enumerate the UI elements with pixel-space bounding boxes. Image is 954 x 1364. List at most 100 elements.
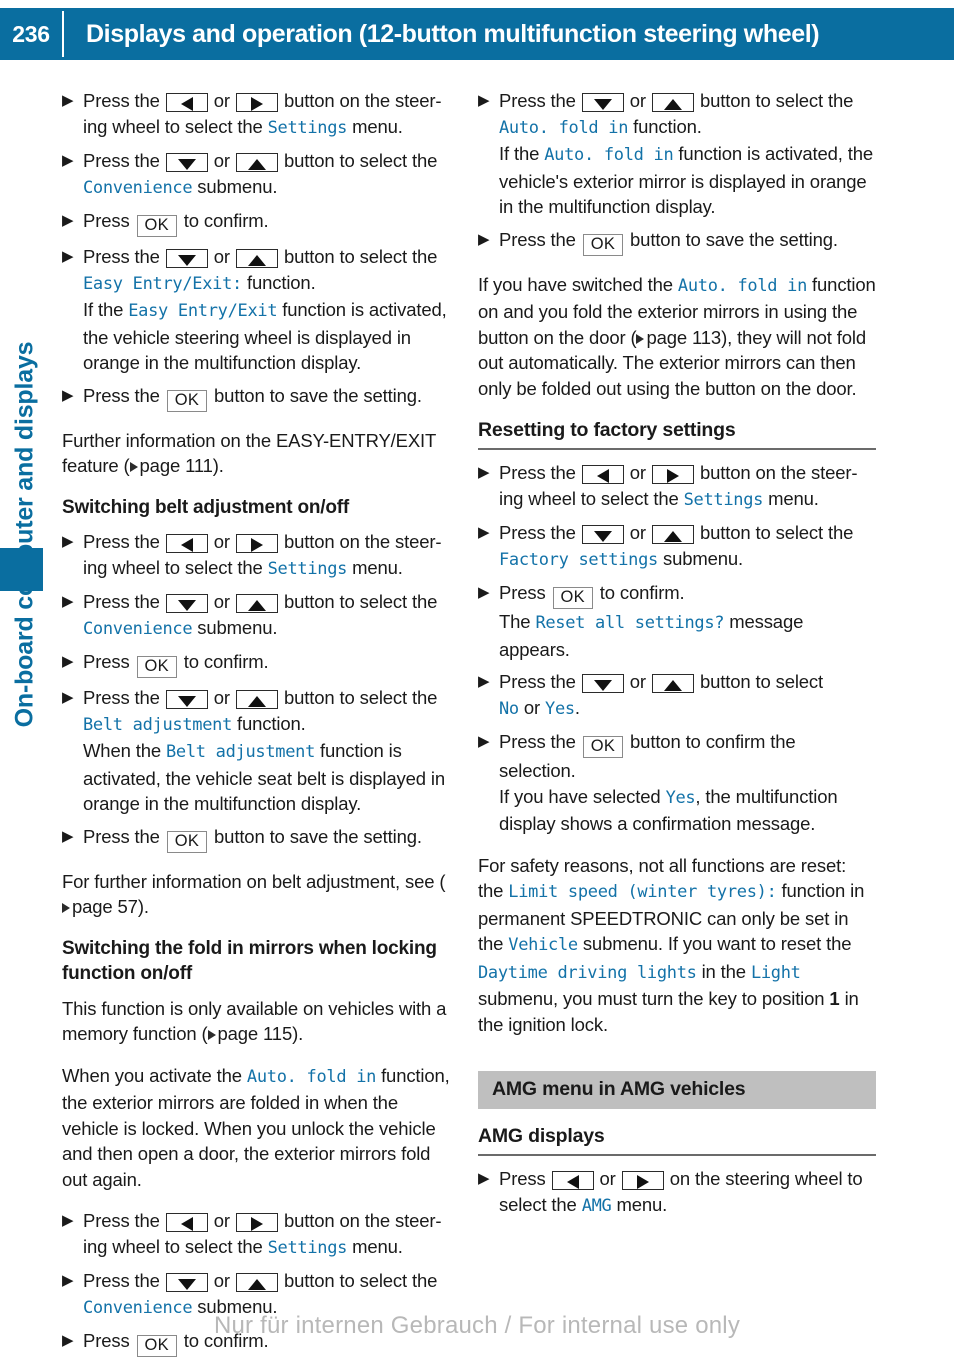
down-arrow-button[interactable] [165, 153, 208, 172]
bullet-arrow-icon: ▶ [478, 584, 490, 601]
left-arrow-button[interactable] [165, 93, 208, 112]
ok-button[interactable]: OK [582, 736, 624, 758]
right-arrow-button[interactable] [235, 93, 278, 112]
bullet-arrow-icon: ▶ [478, 92, 490, 109]
up-arrow-button[interactable] [235, 1273, 278, 1292]
right-arrow-button[interactable] [235, 1213, 278, 1232]
right-arrow-button[interactable] [235, 534, 278, 553]
left-arrow-button[interactable] [165, 1213, 208, 1232]
step-lead: Press the [83, 246, 160, 267]
further-info-belt: For further information on belt adjustme… [62, 870, 446, 917]
display-text: Daytime driving lights [478, 962, 697, 983]
display-text: Settings [267, 117, 348, 138]
step-or: or [213, 246, 230, 267]
up-arrow-button[interactable] [651, 525, 694, 544]
key-position: 1 [829, 988, 840, 1009]
down-arrow-button[interactable] [165, 690, 208, 709]
page-reference[interactable]: page 113 [646, 327, 721, 348]
list-item: ▶ Press the OK button to save the settin… [62, 824, 452, 853]
bullet-arrow-icon: ▶ [62, 248, 74, 265]
page-ref-icon [62, 903, 70, 913]
heading-amg-displays: AMG displays [478, 1123, 876, 1156]
bullet-arrow-icon: ▶ [62, 152, 74, 169]
list-item: ▶ Press the or button to select the Belt… [62, 685, 452, 817]
up-arrow-button[interactable] [235, 153, 278, 172]
bullet-arrow-icon: ▶ [478, 524, 490, 541]
step-tail2: submenu. [197, 175, 278, 197]
ok-button[interactable]: OK [136, 656, 177, 678]
para-availability: This function is only available on vehic… [62, 997, 447, 1045]
up-arrow-button[interactable] [235, 594, 278, 613]
up-arrow-button[interactable] [235, 690, 278, 709]
page-reference[interactable]: page 111 [140, 455, 213, 476]
list-item: ▶ Press the or button to select No or Ye… [478, 669, 876, 722]
display-text: Convenience [83, 177, 193, 198]
bullet-arrow-icon: ▶ [62, 827, 74, 845]
para-switched-fold-in: If you have switched the Auto. fold in f… [478, 273, 876, 399]
right-column: ▶ Press the or button to select the Auto… [478, 88, 876, 1364]
right-arrow-button[interactable] [651, 465, 694, 484]
step-note-pre: If the [83, 299, 124, 320]
page-reference[interactable]: page 57 [72, 896, 138, 917]
ok-button[interactable]: OK [166, 389, 208, 412]
list-item: ▶ Press the OK button to save the settin… [62, 383, 452, 412]
display-text: Vehicle [508, 935, 578, 955]
step-or: or [213, 90, 230, 111]
page-ref-icon [636, 333, 645, 344]
step-or: or [213, 150, 230, 171]
step-tail: button to save the setting. [214, 384, 422, 406]
display-text: Factory settings [499, 549, 658, 570]
right-arrow-button[interactable] [621, 1171, 664, 1190]
steps-reset: ▶ Press the or button on the steer-ing w… [478, 460, 876, 837]
display-text: Auto. fold in [677, 275, 808, 296]
step-lead: Press the [83, 150, 160, 171]
page-title: Displays and operation (12-button multif… [86, 19, 820, 48]
ok-button[interactable]: OK [136, 215, 177, 237]
display-text: Settings [267, 1237, 348, 1258]
chapter-sidebar: On-board computer and displays [0, 60, 46, 1300]
steps-easy-entry: ▶ Press the or button on the steer-ing w… [62, 88, 452, 412]
bullet-arrow-icon: ▶ [62, 92, 74, 109]
list-item: ▶ Press the or button to select the Auto… [478, 88, 876, 220]
page-reference[interactable]: page 115 [218, 1023, 293, 1044]
down-arrow-button[interactable] [581, 525, 624, 544]
step-lead: Press the [83, 384, 160, 406]
page-ref-icon [207, 1030, 216, 1040]
ok-button[interactable]: OK [166, 830, 208, 853]
page-header: 236 Displays and operation (12-button mu… [0, 8, 954, 60]
steps-amg: ▶ Press or on the steering wheel to sele… [478, 1166, 876, 1219]
heading-resetting-factory-settings: Resetting to factory settings [478, 417, 876, 450]
list-item: ▶ Press the or button to select the Conv… [62, 148, 452, 201]
bullet-arrow-icon: ▶ [478, 464, 490, 481]
list-item: ▶ Press the or button to select the Conv… [62, 589, 452, 642]
list-item: ▶ Press the or button on the steer-ing w… [478, 460, 876, 513]
left-arrow-button[interactable] [551, 1171, 594, 1190]
step-lead: Press [83, 210, 130, 231]
chapter-tab-marker [0, 548, 43, 591]
step-tail2: menu. [352, 115, 403, 137]
up-arrow-button[interactable] [651, 674, 694, 693]
page-content: ▶ Press the or button on the steer-ing w… [62, 88, 890, 1364]
ok-button[interactable]: OK [552, 587, 593, 609]
up-arrow-button[interactable] [235, 249, 278, 268]
bullet-arrow-icon: ▶ [478, 230, 490, 248]
up-arrow-button[interactable] [651, 93, 694, 112]
ok-button[interactable]: OK [582, 233, 624, 256]
down-arrow-button[interactable] [165, 249, 208, 268]
left-arrow-button[interactable] [581, 465, 624, 484]
down-arrow-button[interactable] [581, 93, 624, 112]
display-text: Settings [267, 558, 348, 579]
step-lead: Press the [83, 90, 160, 111]
left-arrow-button[interactable] [165, 534, 208, 553]
display-text: Belt adjustment [83, 714, 233, 735]
display-text: Easy Entry/Exit [128, 301, 278, 321]
down-arrow-button[interactable] [165, 594, 208, 613]
footer-watermark: Nur für internen Gebrauch / For internal… [213, 1312, 741, 1339]
list-item: ▶ Press or on the steering wheel to sele… [478, 1166, 876, 1219]
display-text: Easy Entry/Exit: [83, 273, 242, 294]
list-item: ▶ Press the OK button to save the settin… [478, 227, 876, 256]
list-item: ▶ Press the or button on the steer-ing w… [62, 529, 452, 582]
down-arrow-button[interactable] [581, 674, 624, 693]
chapter-label: On-board computer and displays [10, 341, 39, 728]
down-arrow-button[interactable] [165, 1273, 208, 1292]
